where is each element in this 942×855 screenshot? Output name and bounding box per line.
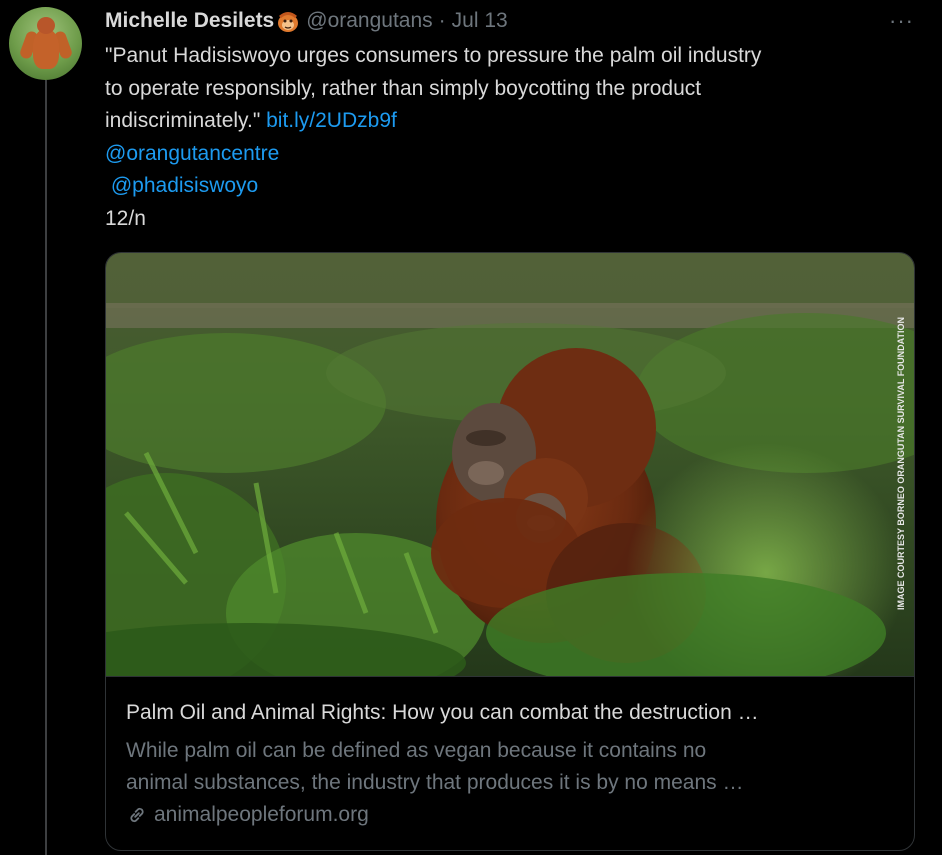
card-domain[interactable]: animalpeopleforum.org: [126, 803, 369, 827]
card-image[interactable]: IMAGE COURTESY BORNEO ORANGUTAN SURVIVAL…: [106, 253, 914, 676]
card-description-line: While palm oil can be defined as vegan b…: [126, 739, 707, 762]
mention-phadisiswoyo[interactable]: @phadisiswoyo: [105, 174, 258, 197]
card-domain-text: animalpeopleforum.org: [154, 803, 369, 826]
mention-orangutancentre[interactable]: @orangutancentre: [105, 142, 279, 165]
header-separator: ·: [438, 9, 446, 32]
tweet-header: Michelle Desilets @orangutans · Jul 13: [105, 6, 912, 36]
tweet-text-line: "Panut Hadisiswoyo urges consumers to pr…: [105, 44, 762, 67]
tweet-text-line: to operate responsibly, rather than simp…: [105, 76, 702, 100]
tweet-text-line: indiscriminately.": [105, 109, 267, 132]
card-description-line: animal substances, the industry that pro…: [126, 771, 744, 794]
tweet-body: "Panut Hadisiswoyo urges consumers to pr…: [105, 40, 915, 235]
link-preview-card[interactable]: IMAGE COURTESY BORNEO ORANGUTAN SURVIVAL…: [105, 252, 915, 851]
card-meta[interactable]: Palm Oil and Animal Rights: How you can …: [106, 676, 914, 850]
card-description: While palm oil can be defined as vegan b…: [126, 735, 896, 799]
author-handle[interactable]: @orangutans: [306, 9, 432, 33]
more-options-icon[interactable]: ···: [889, 8, 914, 34]
mention-line: @orangutancentre: [105, 138, 915, 171]
link-icon: [130, 807, 144, 823]
thread-count: 12/n: [105, 206, 146, 230]
short-link[interactable]: bit.ly/2UDzb9f: [266, 109, 397, 132]
author-name[interactable]: Michelle Desilets: [105, 9, 274, 33]
image-credit-text: IMAGE COURTESY BORNEO ORANGUTAN SURVIVAL…: [896, 317, 906, 610]
tweet-date[interactable]: Jul 13: [452, 9, 508, 33]
card-title[interactable]: Palm Oil and Animal Rights: How you can …: [126, 701, 896, 725]
orangutan-emoji-icon: [276, 9, 300, 33]
orangutan-photo: IMAGE COURTESY BORNEO ORANGUTAN SURVIVAL…: [106, 253, 914, 676]
tweet-text-line-with-link: indiscriminately." bit.ly/2UDzb9f: [105, 105, 915, 138]
avatar-figure-body: [33, 29, 59, 69]
thread-connector-line: [45, 80, 47, 855]
avatar[interactable]: [9, 7, 82, 80]
mention-line: @phadisiswoyo: [105, 170, 915, 203]
avatar-figure-head: [37, 17, 55, 34]
